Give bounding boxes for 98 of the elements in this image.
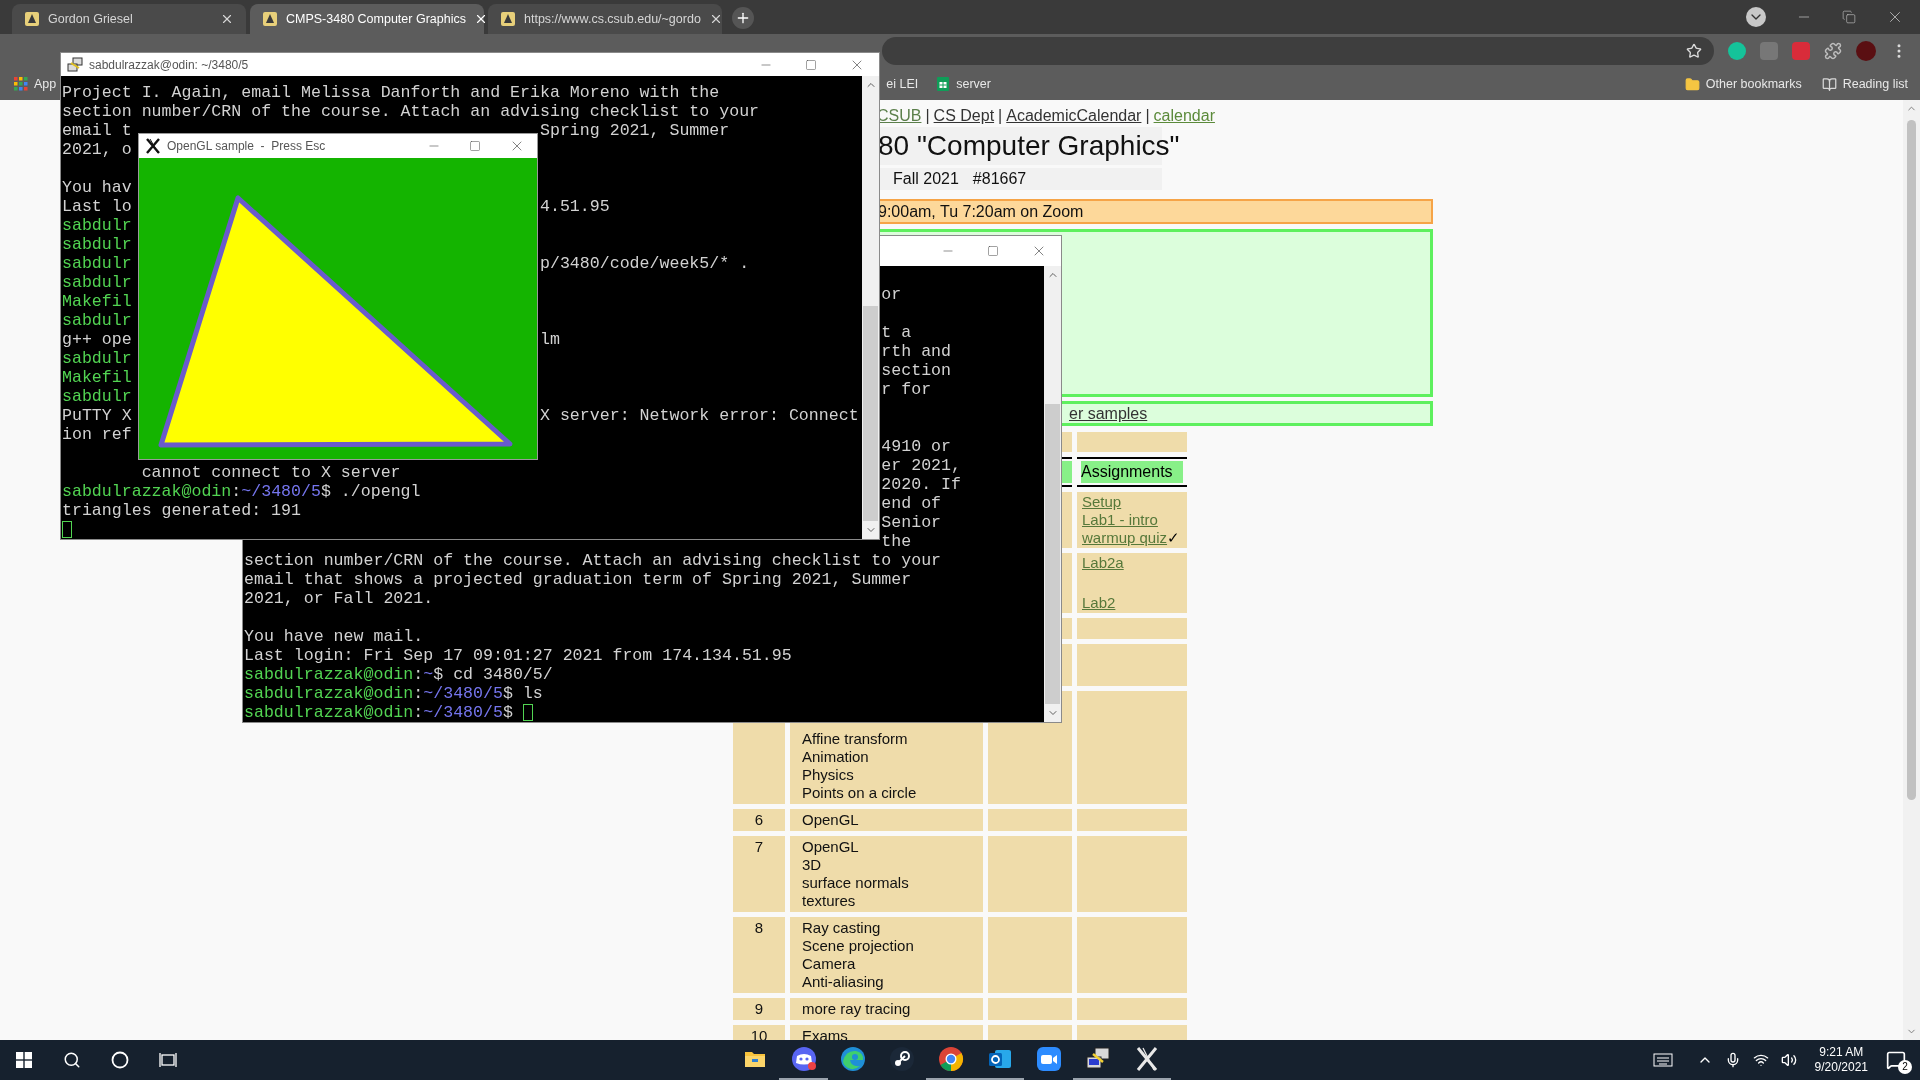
terminal-text: g++ ope — [62, 330, 132, 349]
terminal-text: Senior — [881, 513, 942, 532]
terminal-text: rth and — [881, 342, 951, 361]
terminal-text: sabdulrazzak@odin:~/3480/5$ ./opengl — [62, 482, 421, 501]
terminal-text: Makefil — [62, 292, 132, 311]
browser-tab[interactable]: CMPS-3480 Computer Graphics — [250, 4, 484, 34]
assignment-link[interactable]: Lab1 - intro — [1082, 511, 1158, 529]
link-separator: | — [1145, 106, 1150, 126]
check-mark: ✓ — [1167, 529, 1181, 547]
terminal-text: sabdulr — [62, 254, 132, 273]
browser-tab[interactable]: Gordon Griesel — [12, 4, 246, 34]
terminal-text: sabdulr — [62, 273, 132, 292]
bookmark[interactable]: App — [14, 74, 57, 94]
bookmark[interactable]: Reading list — [1821, 74, 1908, 94]
topic-text: 3D — [802, 856, 823, 874]
topic-text: textures — [802, 892, 857, 910]
meeting-text: 9:00am, Tu 7:20am on Zoom — [878, 201, 1084, 222]
terminal-text: email t — [62, 121, 132, 140]
terminal-text: 2021, or Fall 2021. — [244, 589, 434, 608]
table-cell: 9 — [733, 998, 785, 1020]
window-title: sabdulrazzak@odin: ~/3480/5 — [89, 56, 249, 74]
assignment-link[interactable]: Lab2a — [1082, 554, 1124, 572]
nav-link[interactable]: calendar — [1153, 104, 1215, 128]
terminal-text: sabdulrazzak@odin:~/3480/5$ — [244, 703, 514, 722]
terminal-text: sabdulrazzak@odin:~$ cd 3480/5/ — [244, 665, 553, 684]
terminal-text: email that shows a projected graduation term of Spring 2021, Summer — [244, 570, 912, 589]
terminal-text: r for — [881, 380, 932, 399]
topic-text: Camera — [802, 955, 857, 973]
terminal-text: sabdulrazzak@odin:~/3480/5$ ls — [244, 684, 543, 703]
terminal-text: Spring 2021, Summer — [539, 121, 730, 140]
terminal-text: end of — [881, 494, 942, 513]
terminal-text: p/3480/code/week5/* . — [539, 254, 750, 273]
topic-text: surface normals — [802, 874, 910, 892]
bookmark[interactable]: ei LEI — [886, 74, 919, 94]
topic-text: OpenGL — [802, 811, 860, 829]
samples-link[interactable]: er samples — [1069, 401, 1148, 426]
terminal-text: section — [881, 361, 951, 380]
topic-text: Scene projection — [802, 937, 915, 955]
browser-tab[interactable]: https://www.cs.csub.edu/~gordo — [488, 4, 722, 34]
terminal-text: 2021, o — [62, 140, 132, 159]
table-cell: 6 — [733, 809, 785, 831]
clock[interactable]: 9:21 AM 9/20/2021 — [1808, 1045, 1874, 1075]
terminal-text: PuTTY X — [62, 406, 132, 425]
notification-badge: 2 — [1898, 1060, 1912, 1074]
crn-text: #81667 — [972, 169, 1027, 189]
terminal-text: ion ref — [62, 425, 132, 444]
link-separator: | — [998, 106, 1003, 126]
terminal-text: Last lo — [62, 197, 132, 216]
terminal-text: the — [881, 532, 912, 551]
clock-time: 9:21 AM — [1819, 1045, 1864, 1060]
topic-text: OpenGL — [802, 838, 860, 856]
terminal-text: 4.51.95 — [539, 197, 610, 216]
terminal-text: lm — [539, 330, 560, 349]
link-separator: | — [925, 106, 930, 126]
assignment-link[interactable]: Setup — [1082, 493, 1122, 511]
terminal-text: Last login: Fri Sep 17 09:01:27 2021 from 174.134.51.95 — [244, 646, 792, 665]
topic-text: Affine transform — [802, 730, 909, 748]
terminal-text: X server: Network error: Connect — [539, 406, 859, 425]
terminal-text: sabdulr — [62, 235, 132, 254]
course-title: 80 "Computer Graphics" — [878, 129, 1180, 163]
clock-date: 9/20/2021 — [1814, 1060, 1868, 1075]
tab-title: CMPS-3480 Computer Graphics — [286, 10, 466, 28]
bookmark[interactable]: server — [936, 74, 991, 94]
terminal-text: triangles generated: 191 — [62, 501, 301, 520]
terminal-text: cannot connect to X server — [140, 463, 401, 482]
terminal-text: 2020. If — [881, 475, 961, 494]
column-heading: Assignments — [1081, 462, 1173, 482]
table-cell: 7 — [733, 836, 785, 912]
terminal-text: section number/CRN of the course. Attach an advising checklist to your — [62, 102, 760, 121]
topic-text: Points on a circle — [802, 784, 918, 802]
topic-text: Anti-aliasing — [802, 973, 885, 991]
terminal-text: or — [881, 285, 902, 304]
terminal-text: sabdulr — [62, 349, 132, 368]
table-cell: 8 — [733, 917, 785, 993]
terminal-text: sabdulr — [62, 387, 132, 406]
terminal-text: er 2021, — [881, 456, 961, 475]
terminal-text: Makefil — [62, 368, 132, 387]
topic-text: more ray tracing — [802, 1000, 912, 1018]
terminal-text: t a — [881, 323, 912, 342]
bookmark[interactable]: Other bookmarks — [1684, 74, 1802, 94]
terminal-text: Project I. Again, email Melissa Danforth and Erika Moreno with the — [62, 83, 720, 102]
term-text: Fall 2021 — [893, 169, 959, 189]
topic-text: Physics — [802, 766, 855, 784]
assignment-link[interactable]: Lab2 — [1082, 594, 1116, 612]
terminal-text: You have new mail. — [244, 627, 424, 646]
tab-title: Gordon Griesel — [48, 10, 134, 28]
nav-link[interactable]: CS Dept — [933, 104, 995, 128]
topic-text: Ray casting — [802, 919, 882, 937]
terminal-text: sabdulr — [62, 311, 132, 330]
terminal-text: section number/CRN of the course. Attach an advising checklist to your — [244, 551, 942, 570]
terminal-text: 4910 or — [881, 437, 951, 456]
topic-text: Animation — [802, 748, 870, 766]
nav-link[interactable]: AcademicCalendar — [1006, 104, 1142, 128]
terminal-text: You hav — [62, 178, 132, 197]
tab-title: https://www.cs.csub.edu/~gordo — [524, 10, 701, 28]
terminal-text: sabdulr — [62, 216, 132, 235]
assignment-link[interactable]: warmup quiz — [1082, 529, 1168, 547]
window-title: OpenGL sample - Press Esc — [167, 138, 326, 155]
